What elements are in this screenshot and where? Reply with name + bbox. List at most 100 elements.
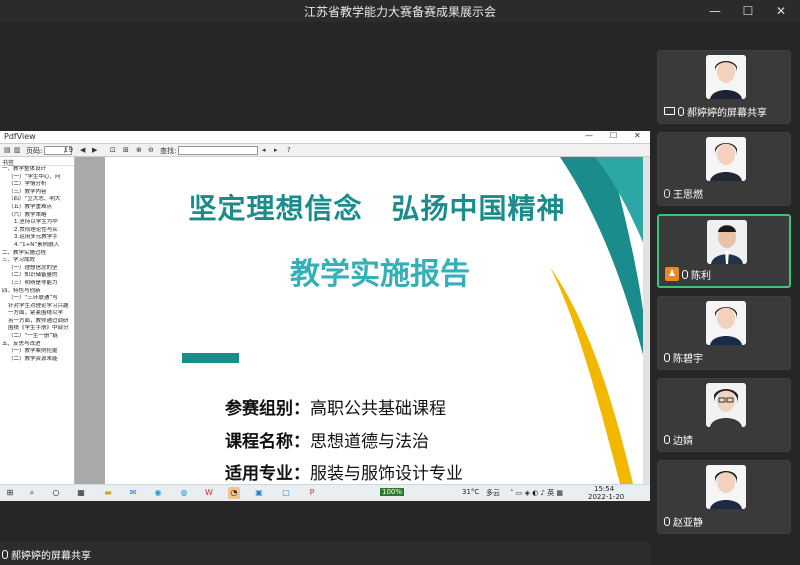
print-icon[interactable]: ▥ bbox=[14, 146, 21, 154]
outline-item[interactable]: 另一方面，教师通过调研 bbox=[0, 318, 74, 326]
outline-item[interactable]: （二）“一生一册”链 bbox=[0, 333, 74, 341]
outline-item[interactable]: 三、学习成效 bbox=[0, 257, 74, 265]
mic-icon bbox=[664, 516, 670, 526]
participant-tile[interactable]: 郝婷婷的屏幕共享 bbox=[657, 50, 791, 124]
page-total: / 9 bbox=[64, 146, 74, 154]
outline-item[interactable]: 一、教学整体设计 bbox=[0, 166, 74, 174]
outline-item[interactable]: （三）教学内容 bbox=[0, 189, 74, 197]
participant-tile-active[interactable]: ♟ 陈利 bbox=[657, 214, 791, 288]
outline-item[interactable]: 四、特色与创新 bbox=[0, 288, 74, 296]
avatar bbox=[707, 220, 747, 264]
meeting-app-icon[interactable]: ◔ bbox=[228, 487, 240, 499]
weather-temp: 31°C bbox=[462, 488, 480, 496]
doc-icon[interactable]: ▣ bbox=[253, 487, 265, 499]
open-icon[interactable]: ▤ bbox=[4, 146, 11, 154]
pdfviewer-toolbar: ▤ ▥ 页码: 1 / 9 ◀ ▶ ⊡ ⊞ ⊕ ⊖ 查找: ◂ ▸ ? bbox=[0, 144, 650, 157]
participant-name: 陈利 bbox=[691, 270, 711, 282]
outline-item[interactable]: （二）学情分析 bbox=[0, 181, 74, 189]
outline-item[interactable]: 3.运用多元教学手 bbox=[0, 234, 74, 242]
fit-page-icon[interactable]: ⊡ bbox=[110, 146, 116, 154]
avatar bbox=[706, 55, 746, 99]
clock-time: 15:54 bbox=[594, 485, 615, 493]
outline-item[interactable]: （二）教学资源未能 bbox=[0, 356, 74, 364]
avatar bbox=[706, 383, 746, 427]
mic-muted-icon bbox=[664, 352, 670, 362]
participant-name: 赵亚静 bbox=[673, 517, 703, 529]
browser-icon[interactable]: ◍ bbox=[178, 487, 190, 499]
help-icon[interactable]: ? bbox=[287, 146, 291, 154]
search-icon[interactable]: ⌕ bbox=[26, 487, 38, 499]
document-scrollbar[interactable] bbox=[643, 157, 650, 484]
outline-item[interactable]: 1.坚持以学生为中 bbox=[0, 219, 74, 227]
outline-item[interactable]: 针对学生对理论学习兴趣 bbox=[0, 303, 74, 311]
zoom-out-icon[interactable]: ⊖ bbox=[148, 146, 154, 154]
windows-start-icon[interactable]: ⊞ bbox=[4, 487, 16, 499]
screen-share-owner: 郝婷婷的屏幕共享 bbox=[11, 550, 91, 562]
battery-badge: 100% bbox=[380, 488, 405, 496]
outline-item[interactable]: （一）教学案例挖掘 bbox=[0, 348, 74, 356]
file-explorer-icon[interactable]: ▬ bbox=[102, 487, 114, 499]
mic-muted-icon bbox=[664, 188, 670, 198]
participant-tile[interactable]: 陈碧宇 bbox=[657, 296, 791, 370]
outline-item[interactable]: 二、教学实施过程 bbox=[0, 250, 74, 258]
participant-name: 陈碧宇 bbox=[673, 353, 703, 365]
participant-label: 赵亚静 bbox=[664, 514, 703, 529]
window-icon[interactable]: ▢ bbox=[280, 487, 292, 499]
task-view-icon[interactable]: ○ bbox=[50, 487, 62, 499]
participant-label: 陈碧宇 bbox=[664, 350, 703, 365]
outline-item[interactable]: （一）“三环联通”与 bbox=[0, 295, 74, 303]
mic-icon bbox=[682, 269, 688, 279]
outline-item[interactable]: 一方面，紧紧围绕以学 bbox=[0, 310, 74, 318]
prev-page-icon[interactable]: ◀ bbox=[80, 146, 85, 154]
outline-item[interactable]: 五、反思与改进 bbox=[0, 341, 74, 349]
slide-subtitle: 教学实施报告 bbox=[290, 257, 470, 292]
pdf-app-icon[interactable]: W bbox=[203, 487, 215, 499]
outline-item[interactable]: 围绕《学生手册》中部分 bbox=[0, 325, 74, 333]
outline-item[interactable]: （一）“学生中心、问 bbox=[0, 174, 74, 182]
edge-icon[interactable]: ◉ bbox=[152, 487, 164, 499]
avatar bbox=[706, 301, 746, 345]
participant-tile[interactable]: 王思燃 bbox=[657, 132, 791, 206]
outline-item[interactable]: 2.贯彻理论性与实 bbox=[0, 227, 74, 235]
outline-item[interactable]: （四）“立大志、明大 bbox=[0, 196, 74, 204]
find-prev-icon[interactable]: ◂ bbox=[262, 146, 266, 154]
info-label: 适用专业： bbox=[225, 464, 310, 484]
maximize-button[interactable]: ☐ bbox=[737, 1, 759, 21]
mic-icon bbox=[2, 549, 8, 559]
outline-item[interactable]: 4.“1+N”素例融入 bbox=[0, 242, 74, 250]
fit-width-icon[interactable]: ⊞ bbox=[123, 146, 129, 154]
title-bar: 江苏省教学能力大赛备赛成果展示会 — ☐ ✕ bbox=[0, 0, 800, 22]
find-label: 查找: bbox=[160, 147, 177, 155]
pdf-minimize-icon[interactable]: — bbox=[585, 131, 593, 140]
participant-name: 边婧 bbox=[673, 435, 693, 447]
pdf-close-icon[interactable]: ✕ bbox=[634, 131, 641, 140]
participant-tile[interactable]: 边婧 bbox=[657, 378, 791, 452]
slide-page: 坚定理想信念 弘扬中国精神 教学实施报告 参赛组别：高职公共基础课程 课程名称：… bbox=[105, 157, 645, 484]
widgets-icon[interactable]: ▦ bbox=[75, 487, 87, 499]
shared-screen: PdfView — ☐ ✕ ▤ ▥ 页码: 1 / 9 ◀ ▶ ⊡ ⊞ ⊕ ⊖ … bbox=[0, 131, 650, 501]
outline-item[interactable]: （三）明辨是非能力 bbox=[0, 280, 74, 288]
zoom-in-icon[interactable]: ⊕ bbox=[136, 146, 142, 154]
mail-icon[interactable]: ✉ bbox=[127, 487, 139, 499]
minimize-button[interactable]: — bbox=[704, 1, 726, 21]
mic-icon bbox=[678, 106, 684, 116]
next-page-icon[interactable]: ▶ bbox=[92, 146, 97, 154]
mic-icon bbox=[664, 434, 670, 444]
info-value: 思想道德与法治 bbox=[310, 432, 429, 452]
outline-item[interactable]: （二）知识储备量的 bbox=[0, 272, 74, 280]
participant-tile[interactable]: 赵亚静 bbox=[657, 460, 791, 534]
pdf-maximize-icon[interactable]: ☐ bbox=[610, 131, 617, 140]
participant-label: 郝婷婷的屏幕共享 bbox=[664, 104, 767, 119]
tray-icons[interactable]: ˄ ▭ ◈ ◐ ♪ 英 ▦ bbox=[510, 488, 563, 498]
find-input[interactable] bbox=[178, 146, 258, 155]
avatar bbox=[706, 137, 746, 181]
meeting-app: 江苏省教学能力大赛备赛成果展示会 — ☐ ✕ PdfView — ☐ ✕ ▤ ▥… bbox=[0, 0, 800, 565]
outline-item[interactable]: （五）教学重难点 bbox=[0, 204, 74, 212]
slide-title: 坚定理想信念 弘扬中国精神 bbox=[188, 192, 566, 225]
outline-item[interactable]: （一）理想信念的坚 bbox=[0, 265, 74, 273]
ppt-icon[interactable]: P bbox=[306, 487, 318, 499]
outline-item[interactable]: （六）教学策略 bbox=[0, 212, 74, 220]
info-label: 参赛组别： bbox=[225, 399, 310, 419]
find-next-icon[interactable]: ▸ bbox=[274, 146, 278, 154]
close-button[interactable]: ✕ bbox=[770, 1, 792, 21]
